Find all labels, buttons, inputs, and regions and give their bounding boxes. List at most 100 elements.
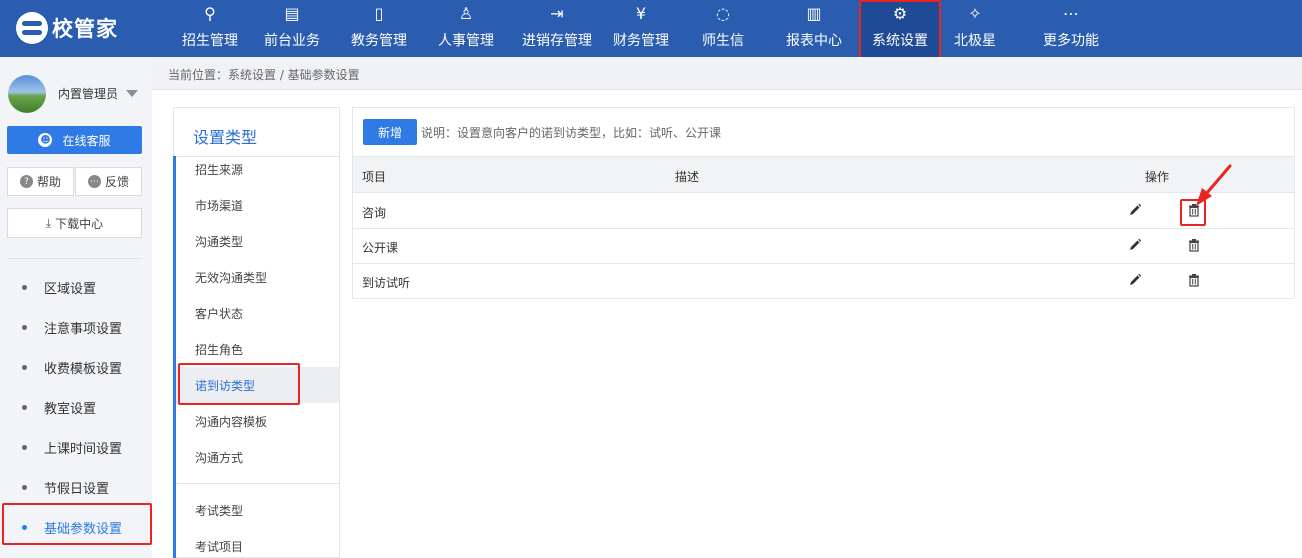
annotation-arrow xyxy=(1196,164,1232,206)
sidebar-item-label: 收费模板设置 xyxy=(44,361,123,377)
edit-icon[interactable] xyxy=(1128,273,1142,287)
help-icon: ? xyxy=(19,175,33,188)
table-header: 项目 描述 操作 xyxy=(353,156,1294,193)
delete-icon[interactable] xyxy=(1187,238,1201,252)
column-header-operations: 操作 xyxy=(1145,170,1170,184)
sidebar-item-6[interactable]: 基础参数设置 xyxy=(0,507,152,547)
feedback-label: 反馈 xyxy=(104,175,129,189)
help-label: 帮助 xyxy=(36,175,61,189)
settings-type-item-7[interactable]: 沟通内容模板 xyxy=(176,403,339,439)
sidebar-divider xyxy=(7,258,142,259)
nav-item-6[interactable]: ◌ 师生信 xyxy=(699,0,747,57)
chevron-down-icon[interactable] xyxy=(126,90,138,97)
settings-type-item-6[interactable]: 诺到访类型 xyxy=(176,367,339,403)
settings-type-item-3[interactable]: 无效沟通类型 xyxy=(176,259,339,295)
bullet-icon xyxy=(22,484,27,490)
settings-type-item-9[interactable]: 考试类型 xyxy=(176,492,339,528)
star-icon: ✧ xyxy=(968,4,982,23)
sidebar-item-3[interactable]: 教室设置 xyxy=(0,387,152,427)
settings-type-item-8[interactable]: 沟通方式 xyxy=(176,439,339,475)
cell-item: 到访试听 xyxy=(362,276,411,290)
table-row: 公开课 xyxy=(353,229,1294,264)
nav-item-label: 前台业务 xyxy=(264,33,320,49)
nav-item-10[interactable]: ⋯ 更多功能 xyxy=(1039,0,1103,57)
nav-item-1[interactable]: ▤ 前台业务 xyxy=(256,0,328,57)
top-nav-bar: 校管家 ⚲ 招生管理 ▤ 前台业务 ▯ 教务管理 ♙ 人事管理 ⇥ 进销存管理 ¥ 财务管理 ◌ 师生信 ▥… xyxy=(0,0,1302,57)
download-center-button[interactable]: ⤓ 下载中心 xyxy=(7,208,142,238)
user-name[interactable]: 内置管理员 xyxy=(58,85,118,102)
nav-item-label: 招生管理 xyxy=(182,33,238,49)
breadcrumb: 当前位置：系统设置 / 基础参数设置 xyxy=(152,57,1302,90)
sidebar-item-label: 教室设置 xyxy=(44,401,97,417)
user-plus-icon: ⚲ xyxy=(204,4,216,23)
online-service-button[interactable]: ☻ 在线客服 xyxy=(7,126,142,154)
nav-item-2[interactable]: ▯ 教务管理 xyxy=(343,0,415,57)
nav-item-0[interactable]: ⚲ 招生管理 xyxy=(170,0,250,57)
download-icon: ⤓ xyxy=(45,215,52,230)
sidebar-item-label: 基础参数设置 xyxy=(44,521,123,537)
cell-item: 咨询 xyxy=(362,206,387,220)
sidebar-item-label: 节假日设置 xyxy=(44,481,110,497)
book-icon: ▯ xyxy=(374,4,384,23)
table-row: 到访试听 xyxy=(353,264,1294,299)
nav-item-label: 更多功能 xyxy=(1043,33,1099,49)
yuan-icon: ¥ xyxy=(635,4,647,23)
edit-icon[interactable] xyxy=(1128,238,1142,252)
settings-type-item-5[interactable]: 招生角色 xyxy=(176,331,339,367)
breadcrumb-text: 当前位置：系统设置 / 基础参数设置 xyxy=(168,68,360,82)
sidebar-item-0[interactable]: 区域设置 xyxy=(0,267,152,307)
nav-item-3[interactable]: ♙ 人事管理 xyxy=(430,0,502,57)
person-icon: ♙ xyxy=(458,4,474,23)
sidebar-item-1[interactable]: 注意事项设置 xyxy=(0,307,152,347)
sidebar-item-label: 上课时间设置 xyxy=(44,441,123,457)
nav-item-7[interactable]: ▥ 报表中心 xyxy=(778,0,850,57)
front-desk-icon: ▤ xyxy=(284,4,300,23)
settings-type-panel: 设置类型 招生来源 市场渠道 沟通类型 无效沟通类型 客户状态 招生角色 诺到访类型 沟通内容… xyxy=(173,107,340,558)
nav-item-5[interactable]: ¥ 财务管理 xyxy=(605,0,677,57)
nav-item-label: 师生信 xyxy=(702,33,744,49)
nav-item-8[interactable]: ⚙ 系统设置 xyxy=(859,0,941,57)
nav-item-label: 进销存管理 xyxy=(522,33,592,49)
logo-icon xyxy=(16,12,48,44)
nav-item-4[interactable]: ⇥ 进销存管理 xyxy=(509,0,605,57)
bullet-icon xyxy=(22,284,27,290)
sidebar-item-label: 区域设置 xyxy=(44,281,97,297)
sidebar-item-2[interactable]: 收费模板设置 xyxy=(0,347,152,387)
avatar[interactable] xyxy=(8,75,46,113)
sidebar-item-5[interactable]: 节假日设置 xyxy=(0,467,152,507)
left-sidebar: 内置管理员 ☻ 在线客服 ? 帮助 ⋯ 反馈 ⤓ 下载中心 区域设置注意事项设置… xyxy=(0,57,152,558)
settings-type-item-2[interactable]: 沟通类型 xyxy=(176,223,339,259)
nav-item-label: 系统设置 xyxy=(872,33,928,49)
logo-text: 校管家 xyxy=(52,17,118,41)
chat-icon: ◌ xyxy=(716,4,730,23)
bullet-icon xyxy=(22,364,27,370)
nav-item-label: 人事管理 xyxy=(438,33,494,49)
edit-icon[interactable] xyxy=(1128,203,1142,217)
help-button[interactable]: ? 帮助 xyxy=(7,167,74,196)
sidebar-item-label: 注意事项设置 xyxy=(44,321,123,337)
nav-item-label: 北极星 xyxy=(954,33,996,49)
bullet-icon xyxy=(22,444,27,450)
bullet-icon xyxy=(22,404,27,410)
delete-icon[interactable] xyxy=(1187,273,1201,287)
app-logo[interactable]: 校管家 xyxy=(16,11,118,45)
inventory-icon: ⇥ xyxy=(550,4,564,23)
nav-item-9[interactable]: ✧ 北极星 xyxy=(950,0,1000,57)
nav-item-label: 报表中心 xyxy=(786,33,842,49)
settings-type-item-4[interactable]: 客户状态 xyxy=(176,295,339,331)
settings-type-group-divider xyxy=(176,483,339,484)
column-header-description: 描述 xyxy=(675,170,700,184)
bullet-icon xyxy=(22,524,27,530)
settings-type-item-10[interactable]: 考试项目 xyxy=(176,528,339,558)
column-header-item: 项目 xyxy=(362,170,387,184)
add-button[interactable]: 新增 xyxy=(363,119,417,145)
visit-type-table-panel: 新增 说明：设置意向客户的诺到访类型，比如：试听、公开课 项目 描述 操作 咨询… xyxy=(352,107,1295,299)
nav-item-label: 教务管理 xyxy=(351,33,407,49)
sidebar-item-4[interactable]: 上课时间设置 xyxy=(0,427,152,467)
settings-type-item-0[interactable]: 招生来源 xyxy=(176,151,339,187)
bullet-icon xyxy=(22,324,27,330)
headset-icon: ☻ xyxy=(38,133,53,147)
settings-type-item-1[interactable]: 市场渠道 xyxy=(176,187,339,223)
cell-item: 公开课 xyxy=(362,241,399,255)
feedback-button[interactable]: ⋯ 反馈 xyxy=(75,167,142,196)
